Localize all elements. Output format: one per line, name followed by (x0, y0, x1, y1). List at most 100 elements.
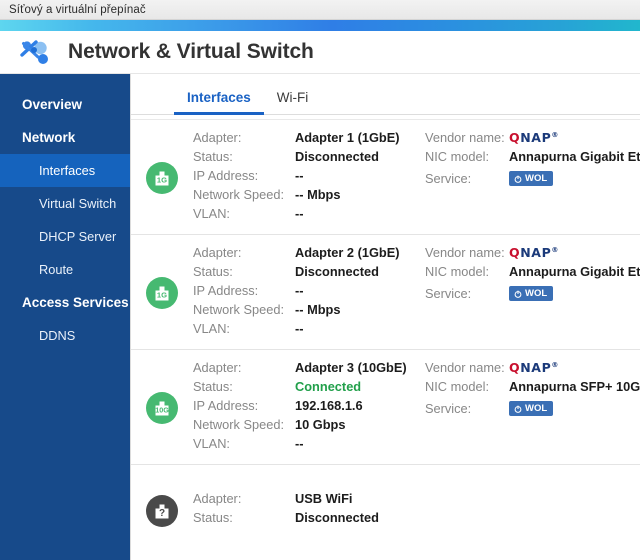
ip-address-value: -- (295, 283, 304, 298)
network-speed-label: Network Speed: (193, 187, 285, 202)
nic-model-label: NIC model: (425, 264, 490, 279)
power-icon (514, 405, 522, 413)
adapter-primary-column: Adapter: USB WiFi Status: Disconnected (193, 491, 425, 531)
network-speed-value: -- Mbps (295, 187, 341, 202)
adapter-row[interactable]: 1G Adapter: Adapter 1 (1GbE) Status: Disco… (131, 120, 640, 235)
tab-label: Interfaces (187, 90, 251, 105)
status-value: Disconnected (295, 149, 379, 164)
status-value: Disconnected (295, 510, 379, 525)
adapter-row[interactable]: 1G Adapter: Adapter 2 (1GbE) Status: Disco… (131, 235, 640, 350)
svg-text:1G: 1G (157, 175, 167, 184)
adapter-label: Adapter: (193, 245, 242, 260)
adapter-secondary-column (425, 491, 640, 531)
lan-port-icon: 1G (131, 130, 193, 225)
sidebar-item-interfaces[interactable]: Interfaces (0, 154, 130, 187)
sidebar-item-virtual-switch[interactable]: Virtual Switch (0, 187, 130, 220)
qnap-logo: QNAP® (509, 245, 559, 260)
sidebar-item-label: Network (22, 130, 76, 145)
accent-gradient-bar (0, 20, 640, 31)
tab-wifi[interactable]: Wi-Fi (264, 90, 321, 114)
qnap-trademark: ® (551, 360, 559, 369)
adapter-secondary-column: Vendor name: QNAP® NIC model: Annapurna G… (425, 245, 640, 340)
adapter-row[interactable]: 10G Adapter: Adapter 3 (10GbE) Status: Con… (131, 350, 640, 465)
status-label: Status: (193, 149, 233, 164)
wol-badge[interactable]: WOL (509, 401, 554, 416)
network-speed-value: -- Mbps (295, 302, 341, 317)
sidebar-item-overview[interactable]: Overview (0, 88, 130, 121)
sidebar-item-route[interactable]: Route (0, 253, 130, 286)
adapter-primary-column: Adapter: Adapter 3 (10GbE) Status: Connect… (193, 360, 425, 455)
qnap-logo-text: NAP (520, 245, 552, 260)
sidebar-item-label: Route (39, 262, 74, 277)
svg-text:10G: 10G (155, 405, 169, 414)
sidebar-item-label: Interfaces (39, 163, 96, 178)
status-label: Status: (193, 379, 233, 394)
power-icon (514, 290, 522, 298)
adapter-label: Adapter: (193, 130, 242, 145)
network-speed-value: 10 Gbps (295, 417, 346, 432)
power-icon (514, 175, 522, 183)
status-label: Status: (193, 510, 233, 525)
tab-bar: Interfaces Wi-Fi (131, 74, 640, 115)
qnap-trademark: ® (551, 245, 559, 254)
app-body: Overview Network Interfaces Virtual Swit… (0, 74, 640, 560)
sidebar-item-ddns[interactable]: DDNS (0, 319, 130, 352)
vendor-name-label: Vendor name: (425, 130, 505, 145)
sidebar-item-dhcp-server[interactable]: DHCP Server (0, 220, 130, 253)
qnap-logo: QNAP® (509, 130, 559, 145)
adapter-label: Adapter: (193, 360, 242, 375)
content-panel: Interfaces Wi-Fi 1G Adapter: Adapter 1 (1… (130, 74, 640, 560)
vlan-label: VLAN: (193, 206, 230, 221)
wol-badge-label: WOL (525, 288, 548, 299)
svg-text:?: ? (159, 508, 165, 519)
ip-address-value: 192.168.1.6 (295, 398, 363, 413)
network-speed-label: Network Speed: (193, 417, 285, 432)
wol-badge[interactable]: WOL (509, 286, 554, 301)
adapter-primary-column: Adapter: Adapter 1 (1GbE) Status: Disconne… (193, 130, 425, 225)
sidebar-item-label: Virtual Switch (39, 196, 117, 211)
status-value: Connected (295, 379, 362, 394)
app-header: Network & Virtual Switch (0, 31, 640, 74)
lan-port-icon: 1G (131, 245, 193, 340)
adapter-label: Adapter: (193, 491, 242, 506)
qnap-logo-text: NAP (520, 130, 552, 145)
service-label: Service: (425, 401, 472, 416)
adapter-value: Adapter 3 (10GbE) (295, 360, 407, 375)
adapter-value: USB WiFi (295, 491, 353, 506)
lan-port-icon: 10G (131, 360, 193, 455)
ip-address-value: -- (295, 168, 304, 183)
vendor-name-label: Vendor name: (425, 360, 505, 375)
sidebar-item-label: Overview (22, 97, 83, 112)
vlan-label: VLAN: (193, 321, 230, 336)
adapter-secondary-column: Vendor name: QNAP® NIC model: Annapurna G… (425, 130, 640, 225)
sidebar-group-access-services[interactable]: Access Services (0, 286, 130, 319)
vendor-name-label: Vendor name: (425, 245, 505, 260)
qnap-trademark: ® (551, 130, 559, 139)
nic-model-value: Annapurna SFP+ 10G E (509, 379, 640, 394)
adapter-value: Adapter 2 (1GbE) (295, 245, 400, 260)
network-speed-label: Network Speed: (193, 302, 285, 317)
vlan-value: -- (295, 436, 304, 451)
status-label: Status: (193, 264, 233, 279)
service-label: Service: (425, 171, 472, 186)
nic-model-value: Annapurna Gigabit Eth (509, 149, 640, 164)
sidebar-item-label: Access Services (22, 295, 129, 310)
adapter-row-usb-wifi[interactable]: ? Adapter: USB WiFi Status: Disconnected (131, 465, 640, 540)
unknown-adapter-icon: ? (131, 491, 193, 531)
svg-text:1G: 1G (157, 290, 167, 299)
qnap-logo: QNAP® (509, 360, 559, 375)
tab-interfaces[interactable]: Interfaces (174, 90, 264, 115)
wol-badge[interactable]: WOL (509, 171, 554, 186)
vlan-value: -- (295, 321, 304, 336)
qnap-logo-accent: Q (509, 245, 521, 260)
wol-badge-label: WOL (525, 173, 548, 184)
adapter-secondary-column: Vendor name: QNAP® NIC model: Annapurna S… (425, 360, 640, 455)
page-title: Network & Virtual Switch (68, 40, 314, 63)
network-switch-icon (18, 37, 52, 67)
sidebar-group-network[interactable]: Network (0, 121, 130, 154)
vlan-value: -- (295, 206, 304, 221)
window-titlebar: Síťový a virtuální přepínač (0, 0, 640, 20)
sidebar-item-label: DHCP Server (39, 229, 117, 244)
ip-address-label: IP Address: (193, 168, 259, 183)
status-value: Disconnected (295, 264, 379, 279)
